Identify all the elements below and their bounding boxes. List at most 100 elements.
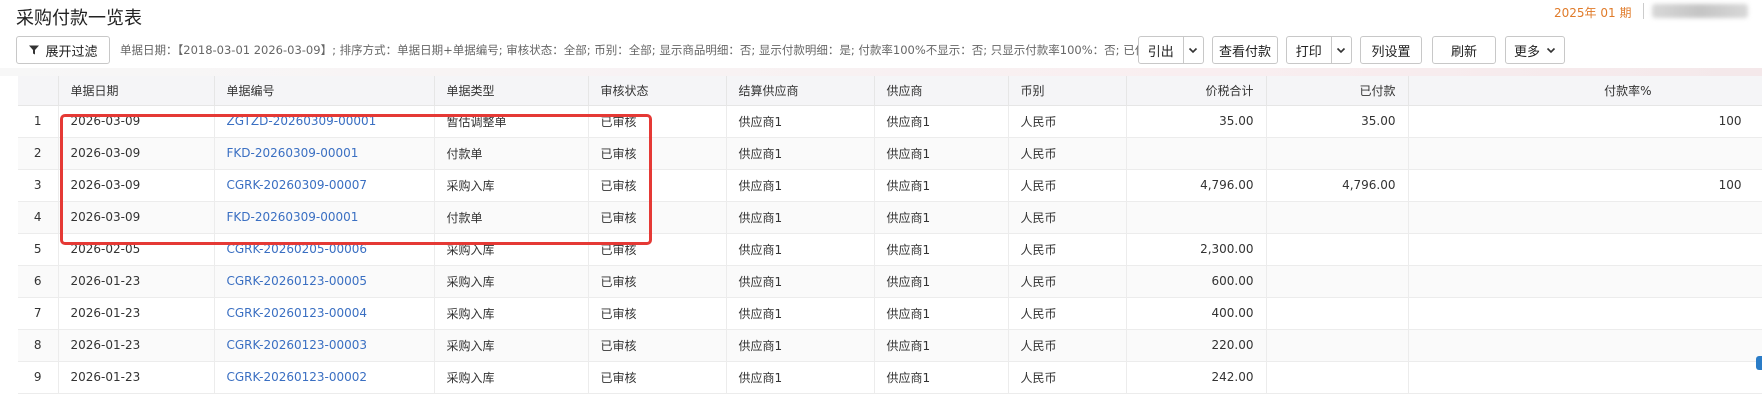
col-header-rate[interactable]: 付款率% — [1408, 76, 1762, 106]
print-button-group[interactable]: 打印 — [1286, 36, 1352, 64]
doc-number-link[interactable]: CGRK-20260123-00004 — [214, 297, 435, 330]
more-button[interactable]: 更多 — [1505, 36, 1565, 64]
row-index: 8 — [18, 329, 59, 362]
table-row[interactable]: 2 2026-03-09 FKD-20260309-00001 付款单 已审核 供应商1 供… — [18, 137, 1762, 170]
col-header-paid[interactable]: 已付款 — [1266, 76, 1409, 106]
table-row[interactable]: 6 2026-01-23 CGRK-20260123-00005 采购入库 已审核 供应商… — [18, 265, 1762, 298]
rate-cell — [1408, 265, 1762, 298]
doc-type-cell: 付款单 — [434, 201, 589, 234]
date-cell: 2026-02-05 — [58, 233, 215, 266]
chevron-down-icon — [1189, 47, 1198, 54]
table-row[interactable]: 9 2026-01-23 CGRK-20260123-00002 采购入库 已审核 供应商… — [18, 361, 1762, 394]
export-dropdown[interactable] — [1184, 37, 1203, 63]
date-cell: 2026-03-09 — [58, 137, 215, 170]
chevron-down-icon — [1337, 47, 1346, 54]
chevron-down-icon — [1546, 47, 1556, 54]
vendor-cell: 供应商1 — [874, 105, 1009, 138]
vendor-cell: 供应商1 — [874, 297, 1009, 330]
paid-cell — [1266, 265, 1409, 298]
total-cell: 600.00 — [1126, 265, 1267, 298]
rate-cell — [1408, 329, 1762, 362]
currency-cell: 人民币 — [1008, 361, 1127, 394]
table-row[interactable]: 1 2026-03-09 ZGTZD-20260309-00001 暂估调整单 已审核供… — [18, 105, 1762, 138]
rate-cell: 100 — [1408, 169, 1762, 202]
col-header-number[interactable]: 单据编号 — [214, 76, 435, 106]
doc-number-link[interactable]: FKD-20260309-00001 — [214, 201, 435, 234]
view-payment-button[interactable]: 查看付款 — [1212, 36, 1278, 64]
status-cell: 已审核 — [588, 361, 727, 394]
table-row[interactable]: 3 2026-03-09 CGRK-20260309-00007 采购入库 已审核 供应商… — [18, 169, 1762, 202]
print-button[interactable]: 打印 — [1287, 37, 1332, 63]
table-row[interactable]: 4 2026-03-09 FKD-20260309-00001 付款单 已审核 供应商1 供… — [18, 201, 1762, 234]
total-cell: 242.00 — [1126, 361, 1267, 394]
col-header-type[interactable]: 单据类型 — [434, 76, 589, 106]
doc-number-link[interactable]: CGRK-20260309-00007 — [214, 169, 435, 202]
paid-cell: 4,796.00 — [1266, 169, 1409, 202]
currency-cell: 人民币 — [1008, 137, 1127, 170]
settle-vendor-cell: 供应商1 — [726, 297, 875, 330]
doc-type-cell: 采购入库 — [434, 297, 589, 330]
currency-cell: 人民币 — [1008, 233, 1127, 266]
user-info-blurred[interactable] — [1652, 4, 1748, 18]
table-row[interactable]: 7 2026-01-23 CGRK-20260123-00004 采购入库 已审核 供应商… — [18, 297, 1762, 330]
doc-type-cell: 采购入库 — [434, 361, 589, 394]
doc-number-link[interactable]: FKD-20260309-00001 — [214, 137, 435, 170]
expand-filter-button[interactable]: 展开过滤 — [16, 36, 110, 64]
vendor-cell: 供应商1 — [874, 329, 1009, 362]
date-cell: 2026-01-23 — [58, 265, 215, 298]
settle-vendor-cell: 供应商1 — [726, 105, 875, 138]
export-button-group[interactable]: 引出 — [1138, 36, 1204, 64]
col-header-vendor[interactable]: 供应商 — [874, 76, 1009, 106]
row-index: 9 — [18, 361, 59, 394]
col-header-date[interactable]: 单据日期 — [58, 76, 215, 106]
table-header-row: 单据日期 单据编号 单据类型 审核状态 结算供应商 供应商 币别 价税合计 已付… — [18, 76, 1762, 106]
rate-cell — [1408, 137, 1762, 170]
currency-cell: 人民币 — [1008, 329, 1127, 362]
doc-number-link[interactable]: CGRK-20260123-00005 — [214, 265, 435, 298]
currency-cell: 人民币 — [1008, 297, 1127, 330]
settle-vendor-cell: 供应商1 — [726, 329, 875, 362]
print-dropdown[interactable] — [1332, 37, 1351, 63]
currency-cell: 人民币 — [1008, 201, 1127, 234]
vendor-cell: 供应商1 — [874, 201, 1009, 234]
date-cell: 2026-01-23 — [58, 297, 215, 330]
table-row[interactable]: 8 2026-01-23 CGRK-20260123-00003 采购入库 已审核 供应商… — [18, 329, 1762, 362]
col-header-total[interactable]: 价税合计 — [1126, 76, 1267, 106]
col-header-settle-vendor[interactable]: 结算供应商 — [726, 76, 875, 106]
total-cell — [1126, 137, 1267, 170]
rate-cell: 100 — [1408, 105, 1762, 138]
refresh-button[interactable]: 刷新 — [1432, 36, 1496, 64]
col-header-status[interactable]: 审核状态 — [588, 76, 727, 106]
paid-cell — [1266, 361, 1409, 394]
rate-cell — [1408, 233, 1762, 266]
page-title: 采购付款一览表 — [16, 8, 142, 29]
settle-vendor-cell: 供应商1 — [726, 201, 875, 234]
paid-cell — [1266, 137, 1409, 170]
vendor-cell: 供应商1 — [874, 233, 1009, 266]
toolbar-band — [0, 68, 1762, 76]
row-index: 4 — [18, 201, 59, 234]
status-cell: 已审核 — [588, 169, 727, 202]
table-row[interactable]: 5 2026-02-05 CGRK-20260205-00006 采购入库 已审核 供应商… — [18, 233, 1762, 266]
currency-cell: 人民币 — [1008, 265, 1127, 298]
doc-number-link[interactable]: CGRK-20260205-00006 — [214, 233, 435, 266]
vendor-cell: 供应商1 — [874, 137, 1009, 170]
row-index: 3 — [18, 169, 59, 202]
row-index: 1 — [18, 105, 59, 138]
export-button[interactable]: 引出 — [1139, 37, 1184, 63]
status-cell: 已审核 — [588, 233, 727, 266]
col-header-currency[interactable]: 币别 — [1008, 76, 1127, 106]
rate-cell — [1408, 361, 1762, 394]
doc-number-link[interactable]: CGRK-20260123-00002 — [214, 361, 435, 394]
column-settings-button[interactable]: 列设置 — [1360, 36, 1422, 64]
doc-number-link[interactable]: ZGTZD-20260309-00001 — [214, 105, 435, 138]
row-index: 2 — [18, 137, 59, 170]
doc-type-cell: 付款单 — [434, 137, 589, 170]
status-cell: 已审核 — [588, 137, 727, 170]
scrollbar-edge[interactable] — [1756, 356, 1762, 370]
settle-vendor-cell: 供应商1 — [726, 361, 875, 394]
total-cell: 220.00 — [1126, 329, 1267, 362]
accounting-period[interactable]: 2025年 01 期 — [1554, 4, 1631, 21]
rate-cell — [1408, 201, 1762, 234]
doc-number-link[interactable]: CGRK-20260123-00003 — [214, 329, 435, 362]
